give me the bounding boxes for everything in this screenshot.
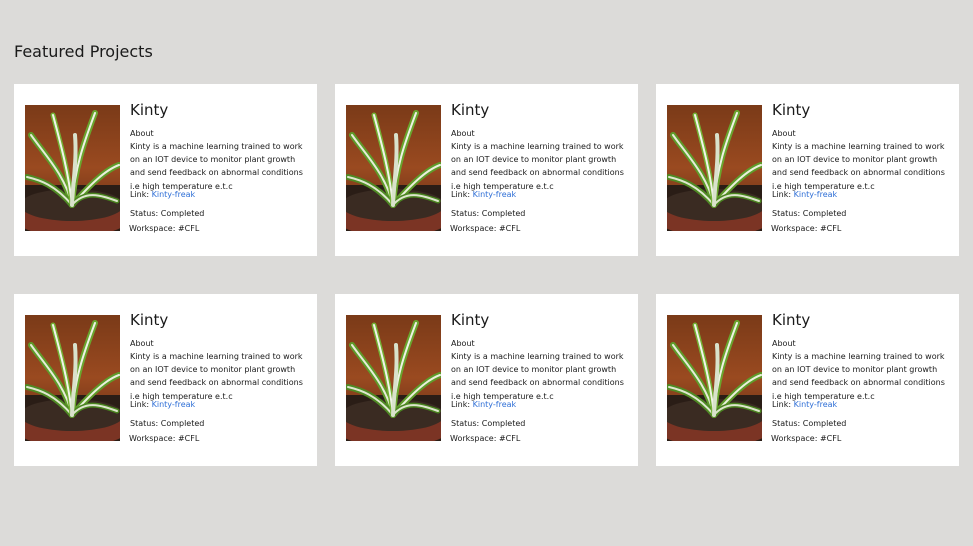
section-title: Featured Projects [14, 42, 153, 61]
project-info: Kinty About Kinty is a machine learning … [129, 100, 310, 234]
project-description: Kinty is a machine learning trained to w… [130, 352, 303, 401]
project-status: Status: Completed [451, 208, 526, 218]
project-status: Status: Completed [772, 208, 847, 218]
project-thumbnail [25, 315, 120, 441]
spider-plant-image [346, 315, 441, 441]
spider-plant-image [25, 315, 120, 441]
link-label: Link: [130, 399, 152, 409]
project-link[interactable]: Kinty-freak [794, 400, 838, 409]
project-description: Kinty is a machine learning trained to w… [772, 142, 945, 191]
link-label: Link: [772, 399, 794, 409]
project-workspace: Workspace: #CFL [129, 433, 200, 443]
project-info: Kinty About Kinty is a machine learning … [129, 310, 310, 444]
about-label: About [451, 339, 475, 348]
about-label: About [772, 129, 796, 138]
about-label: About [130, 129, 154, 138]
project-link[interactable]: Kinty-freak [152, 190, 196, 199]
project-title: Kinty [451, 101, 490, 119]
project-thumbnail [667, 105, 762, 231]
project-link[interactable]: Kinty-freak [152, 400, 196, 409]
project-info: Kinty About Kinty is a machine learning … [771, 310, 952, 444]
spider-plant-image [667, 105, 762, 231]
project-status: Status: Completed [772, 418, 847, 428]
project-description: Kinty is a machine learning trained to w… [772, 352, 945, 401]
project-workspace: Workspace: #CFL [129, 223, 200, 233]
project-card[interactable]: Kinty About Kinty is a machine learning … [656, 84, 959, 256]
project-info: Kinty About Kinty is a machine learning … [450, 310, 631, 444]
link-label: Link: [451, 189, 473, 199]
project-link[interactable]: Kinty-freak [473, 190, 517, 199]
project-thumbnail [346, 105, 441, 231]
project-thumbnail [346, 315, 441, 441]
about-label: About [130, 339, 154, 348]
project-workspace: Workspace: #CFL [771, 433, 842, 443]
about-label: About [451, 129, 475, 138]
project-card[interactable]: Kinty About Kinty is a machine learning … [14, 84, 317, 256]
project-workspace: Workspace: #CFL [450, 223, 521, 233]
project-thumbnail [25, 105, 120, 231]
projects-grid: Kinty About Kinty is a machine learning … [14, 84, 959, 466]
project-card[interactable]: Kinty About Kinty is a machine learning … [335, 294, 638, 466]
project-description: Kinty is a machine learning trained to w… [451, 352, 624, 401]
about-label: About [772, 339, 796, 348]
link-label: Link: [772, 189, 794, 199]
project-link[interactable]: Kinty-freak [794, 190, 838, 199]
link-label: Link: [130, 189, 152, 199]
project-title: Kinty [772, 101, 811, 119]
project-workspace: Workspace: #CFL [771, 223, 842, 233]
spider-plant-image [346, 105, 441, 231]
project-workspace: Workspace: #CFL [450, 433, 521, 443]
project-title: Kinty [451, 311, 490, 329]
project-status: Status: Completed [130, 208, 205, 218]
project-thumbnail [667, 315, 762, 441]
link-label: Link: [451, 399, 473, 409]
project-title: Kinty [772, 311, 811, 329]
project-info: Kinty About Kinty is a machine learning … [450, 100, 631, 234]
project-card[interactable]: Kinty About Kinty is a machine learning … [656, 294, 959, 466]
project-card[interactable]: Kinty About Kinty is a machine learning … [14, 294, 317, 466]
project-info: Kinty About Kinty is a machine learning … [771, 100, 952, 234]
project-link[interactable]: Kinty-freak [473, 400, 517, 409]
spider-plant-image [667, 315, 762, 441]
project-description: Kinty is a machine learning trained to w… [130, 142, 303, 191]
spider-plant-image [25, 105, 120, 231]
project-title: Kinty [130, 101, 169, 119]
project-title: Kinty [130, 311, 169, 329]
project-status: Status: Completed [130, 418, 205, 428]
project-card[interactable]: Kinty About Kinty is a machine learning … [335, 84, 638, 256]
project-description: Kinty is a machine learning trained to w… [451, 142, 624, 191]
project-status: Status: Completed [451, 418, 526, 428]
